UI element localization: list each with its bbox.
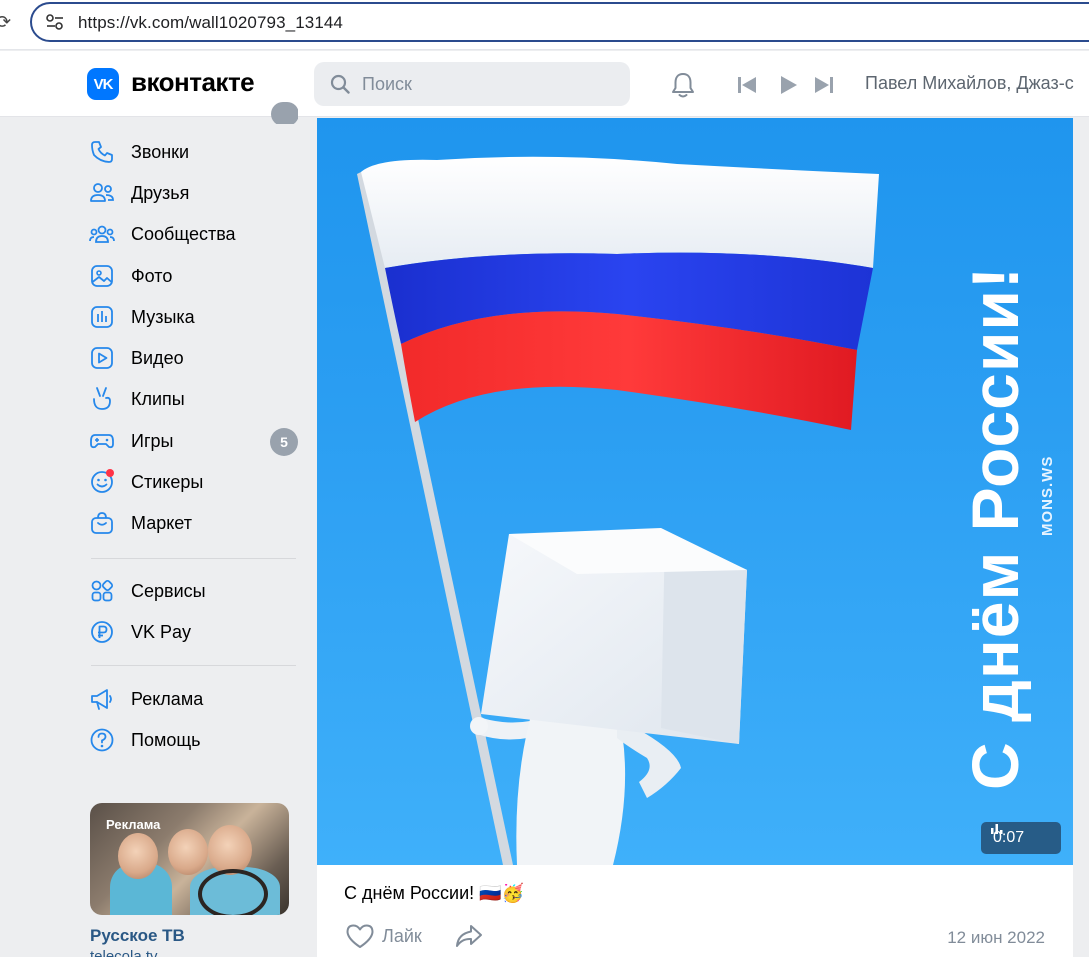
- ad-photo-part: [168, 829, 208, 875]
- post-date[interactable]: 12 июн 2022: [947, 928, 1045, 948]
- vk-logo[interactable]: VK: [87, 68, 119, 100]
- stickers-icon: [88, 468, 116, 496]
- nav-label: Музыка: [131, 306, 195, 327]
- brand-name[interactable]: вконтакте: [131, 67, 255, 98]
- nav-item-partial[interactable]: [88, 102, 298, 124]
- search-icon: [330, 74, 350, 94]
- nav-label: Маркет: [131, 512, 192, 533]
- nav-label: Друзья: [131, 182, 190, 203]
- heart-icon: [346, 924, 374, 948]
- notifications-bell-icon[interactable]: [668, 70, 698, 100]
- ads-megaphone-icon: [88, 685, 116, 713]
- nav-item-vkpay[interactable]: VK Pay: [88, 614, 300, 650]
- like-button[interactable]: Лайк: [345, 921, 422, 951]
- nav-item-calls[interactable]: Звонки: [88, 134, 300, 170]
- services-icon: [88, 577, 116, 605]
- help-icon: [88, 726, 116, 754]
- share-arrow-icon[interactable]: [454, 923, 484, 949]
- left-sidebar: Звонки Друзья Сообщества Фото Музыка Вид…: [0, 102, 310, 957]
- reload-icon[interactable]: ⟳: [0, 12, 11, 33]
- ad-url[interactable]: telecola.tv: [90, 948, 158, 957]
- games-icon: [88, 427, 116, 455]
- nav-label: Клипы: [131, 388, 185, 409]
- post-caption: С днём России! 🇷🇺🥳: [344, 883, 524, 903]
- nav-label: Сервисы: [131, 580, 206, 601]
- wall-post: С днём России! MONS.WS 0:07 С днём Росси…: [317, 118, 1073, 957]
- nav-item-services[interactable]: Сервисы: [88, 573, 300, 609]
- friends-icon: [88, 179, 116, 207]
- site-settings-icon[interactable]: [46, 14, 64, 30]
- browser-toolbar: ⟳ https://vk.com/wall1020793_13144: [0, 0, 1089, 50]
- nav-item-ads[interactable]: Реклама: [88, 681, 300, 717]
- games-count-badge: 5: [270, 428, 298, 456]
- nav-item-photos[interactable]: Фото: [88, 258, 300, 294]
- phone-icon: [88, 138, 116, 166]
- ad-label: Реклама: [106, 817, 161, 832]
- nav-label: Звонки: [131, 141, 190, 162]
- sidebar-divider: [91, 558, 296, 559]
- nav-item-help[interactable]: Помощь: [88, 722, 300, 758]
- nav-item-market[interactable]: Маркет: [88, 505, 300, 541]
- nav-item-games[interactable]: Игры 5: [88, 423, 300, 459]
- like-label: Лайк: [382, 925, 422, 946]
- vkpay-icon: [88, 618, 116, 646]
- video-duration-badge[interactable]: 0:07: [981, 822, 1061, 854]
- nav-label: Игры: [131, 430, 174, 451]
- sidebar-divider: [91, 665, 296, 666]
- video-overlay-text: С днём России!: [958, 266, 1032, 790]
- nav-item-clips[interactable]: Клипы: [88, 381, 300, 417]
- count-badge: [271, 102, 298, 124]
- nav-item-friends[interactable]: Друзья: [88, 175, 300, 211]
- nav-label: Видео: [131, 347, 184, 368]
- ad-photo-part: [208, 825, 252, 875]
- nav-label: Помощь: [131, 729, 201, 750]
- play-icon[interactable]: [778, 75, 798, 95]
- nav-item-music[interactable]: Музыка: [88, 299, 300, 335]
- ad-photo-part: [118, 833, 158, 879]
- photo-icon: [88, 262, 116, 290]
- sidebar-ad-image[interactable]: Реклама: [90, 803, 289, 915]
- nav-label: Реклама: [131, 688, 204, 709]
- nav-item-communities[interactable]: Сообщества: [88, 216, 300, 252]
- nav-label: Сообщества: [131, 223, 236, 244]
- search-input[interactable]: [362, 62, 612, 106]
- music-icon: [88, 303, 116, 331]
- stats-bars-icon: [991, 824, 1003, 834]
- video-player[interactable]: С днём России! MONS.WS 0:07: [317, 118, 1073, 865]
- ad-title[interactable]: Русское ТВ: [90, 926, 185, 946]
- address-bar[interactable]: https://vk.com/wall1020793_13144: [30, 2, 1089, 42]
- now-playing-track[interactable]: Павел Михайлов, Джаз-с: [865, 73, 1074, 94]
- ad-photo-part: [198, 869, 268, 915]
- search-box[interactable]: [314, 62, 630, 106]
- video-watermark: MONS.WS: [1039, 455, 1056, 536]
- communities-icon: [88, 220, 116, 248]
- nav-item-video[interactable]: Видео: [88, 340, 300, 376]
- url-text[interactable]: https://vk.com/wall1020793_13144: [78, 13, 343, 33]
- nav-label: VK Pay: [131, 621, 192, 642]
- new-dot-indicator: [106, 469, 114, 477]
- clips-icon: [88, 385, 116, 413]
- video-icon: [88, 344, 116, 372]
- market-icon: [88, 509, 116, 537]
- nav-item-stickers[interactable]: Стикеры: [88, 464, 300, 500]
- previous-track-icon[interactable]: [736, 75, 758, 95]
- nav-label: Стикеры: [131, 471, 204, 492]
- nav-label: Фото: [131, 265, 173, 286]
- next-track-icon[interactable]: [813, 75, 835, 95]
